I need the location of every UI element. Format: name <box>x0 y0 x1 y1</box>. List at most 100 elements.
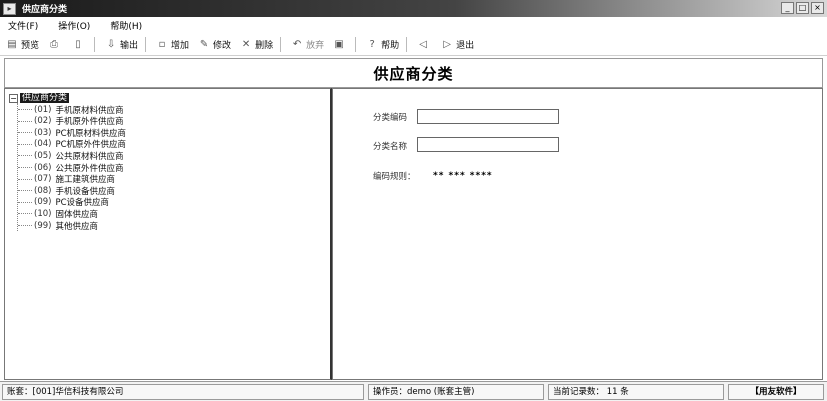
category-tree-panel: − 供应商分类 (01) 手机原材料供应商 (02) 手机原外件供应商 (03) PC机原… <box>4 88 332 380</box>
category-code-input[interactable] <box>417 109 559 124</box>
tree-node-label: 手机设备供应商 <box>55 186 115 197</box>
tree-branch-line <box>18 167 32 168</box>
toolbar-button-export[interactable]: ⇩ 输出 <box>105 38 138 52</box>
toolbar-button-help[interactable]: ? 帮助 <box>366 38 400 52</box>
tree-node-label: 施工建筑供应商 <box>55 175 115 186</box>
undo-icon: ↶ <box>292 38 302 50</box>
prev-icon: ◁ <box>419 38 427 50</box>
tree-node[interactable]: (06) 公共原外件供应商 <box>18 162 124 174</box>
close-button[interactable]: × <box>811 2 824 14</box>
toolbar-separator <box>94 37 96 52</box>
tree-node-code: (09) <box>34 197 52 208</box>
add-icon: ▫ <box>158 38 166 50</box>
toolbar-button-label: 退出 <box>456 41 475 51</box>
tree-node[interactable]: (08) 手机设备供应商 <box>18 185 115 197</box>
maximize-button[interactable]: □ <box>796 2 809 14</box>
tree-node[interactable]: (07) 施工建筑供应商 <box>18 174 115 185</box>
tree-node-code: (07) <box>34 174 52 185</box>
collapse-icon[interactable]: − <box>9 93 18 103</box>
toolbar-button-edit[interactable]: ✎ 修改 <box>198 38 232 52</box>
tree-branch-line <box>18 190 32 192</box>
toolbar-button-add[interactable]: ▫ 增加 <box>156 38 190 52</box>
tree-node[interactable]: (01) 手机原材料供应商 <box>18 104 123 116</box>
tree-node-label: PC机原外件供应商 <box>55 140 127 151</box>
toolbar-separator <box>280 37 282 52</box>
category-name-input[interactable] <box>417 137 559 152</box>
toolbar-separator <box>355 37 357 52</box>
toolbar-button-label: 预览 <box>21 41 40 51</box>
tree-node-label: 公共原外件供应商 <box>55 163 124 174</box>
tree-node-label: 其他供应商 <box>55 221 98 232</box>
app-icon: ▸ <box>3 2 16 15</box>
menu-file[interactable]: 文件(F) <box>8 19 38 32</box>
menu-help[interactable]: 帮助(H) <box>110 19 142 32</box>
window-title: 供应商分类 <box>22 5 68 15</box>
help-icon: ? <box>369 38 375 50</box>
status-bar: 账套：[001]华信科技有限公司 操作员：demo (账套主管) 当前记录数： … <box>0 381 827 401</box>
tree-root[interactable]: − 供应商分类 <box>9 93 70 103</box>
category-code-label: 分类编码 <box>373 113 408 123</box>
tree-node[interactable]: (05) 公共原材料供应商 <box>18 150 124 162</box>
tree-branch-line <box>18 132 32 134</box>
detail-form-panel: 分类编码 分类名称 编码规则： ** *** **** <box>332 88 823 380</box>
tree-node-code: (08) <box>34 185 52 196</box>
tree-node[interactable]: (02) 手机原外件供应商 <box>18 116 123 127</box>
tree-node-code: (03) <box>34 127 52 138</box>
tree-branch-line <box>18 143 32 145</box>
tree-node[interactable]: (99) 其他供应商 <box>18 220 98 232</box>
print-icon: ⎙ <box>50 38 59 50</box>
toolbar-button-delete[interactable]: ✕ 删除 <box>240 38 274 52</box>
minimize-button[interactable]: _ <box>781 2 794 14</box>
status-brand: 【用友软件】 <box>728 384 824 400</box>
tree-node[interactable]: (10) 固体供应商 <box>18 208 98 220</box>
coding-rule-label: 编码规则： <box>373 172 416 182</box>
toolbar-button-label: 修改 <box>213 41 232 51</box>
save-icon: ▣ <box>334 38 344 50</box>
toolbar-button-page[interactable]: ▯ <box>72 39 87 51</box>
tree-branch-line <box>18 155 32 157</box>
toolbar-button-label: 帮助 <box>381 41 400 51</box>
category-name-label: 分类名称 <box>373 142 408 152</box>
tree-node-code: (04) <box>34 139 52 150</box>
tree-node[interactable]: (04) PC机原外件供应商 <box>18 139 126 150</box>
tree-node-label: 手机原外件供应商 <box>55 117 124 128</box>
toolbar-separator <box>406 37 408 52</box>
title-bar: ▸ 供应商分类 _ □ × <box>0 0 827 17</box>
status-operator: 操作员：demo (账套主管) <box>368 384 544 400</box>
page-icon: ▯ <box>75 38 81 50</box>
tree-node-code: (10) <box>34 208 52 219</box>
toolbar-separator <box>145 37 147 52</box>
tree-node[interactable]: (09) PC设备供应商 <box>18 197 109 208</box>
preview-icon: ▤ <box>7 38 17 50</box>
toolbar-button-prev[interactable]: ◁ <box>417 39 432 51</box>
toolbar-button-undo[interactable]: ↶ 放弃 <box>291 38 325 52</box>
menu-operation[interactable]: 操作(O) <box>58 19 90 32</box>
delete-icon: ✕ <box>241 38 251 50</box>
exit-icon: ▷ <box>443 38 451 50</box>
status-record-count: 当前记录数： 11 条 <box>548 384 724 400</box>
toolbar-button-label: 放弃 <box>306 41 325 51</box>
tree-node-code: (05) <box>34 150 52 161</box>
heading-bar: 供应商分类 <box>4 58 823 88</box>
edit-icon: ✎ <box>199 38 209 50</box>
window-controls: _ □ × <box>781 2 824 14</box>
toolbar-button-preview[interactable]: ▤ 预览 <box>6 38 40 52</box>
toolbar-button-exit[interactable]: ▷ 退出 <box>441 38 475 52</box>
tree-node-label: 公共原材料供应商 <box>55 151 124 162</box>
tree-node-code: (01) <box>34 104 52 115</box>
tree-branch-line <box>18 178 32 180</box>
tree-root-label[interactable]: 供应商分类 <box>20 93 70 103</box>
page-title: 供应商分类 <box>373 64 454 83</box>
tree-node-label: PC机原材料供应商 <box>55 128 127 139</box>
tree-branch-line <box>18 109 32 110</box>
tree-node[interactable]: (03) PC机原材料供应商 <box>18 127 127 139</box>
tree-node-code: (06) <box>34 162 52 173</box>
toolbar-button-save[interactable]: ▣ <box>333 39 348 51</box>
export-icon: ⇩ <box>106 38 116 50</box>
tree-branch-line <box>18 201 32 203</box>
tree-node-code: (99) <box>34 220 52 231</box>
toolbar-button-print[interactable]: ⎙ <box>48 39 63 51</box>
menu-bar: 文件(F) 操作(O) 帮助(H) <box>0 17 827 33</box>
toolbar-button-label: 增加 <box>171 41 190 51</box>
toolbar-button-label: 删除 <box>255 41 274 51</box>
